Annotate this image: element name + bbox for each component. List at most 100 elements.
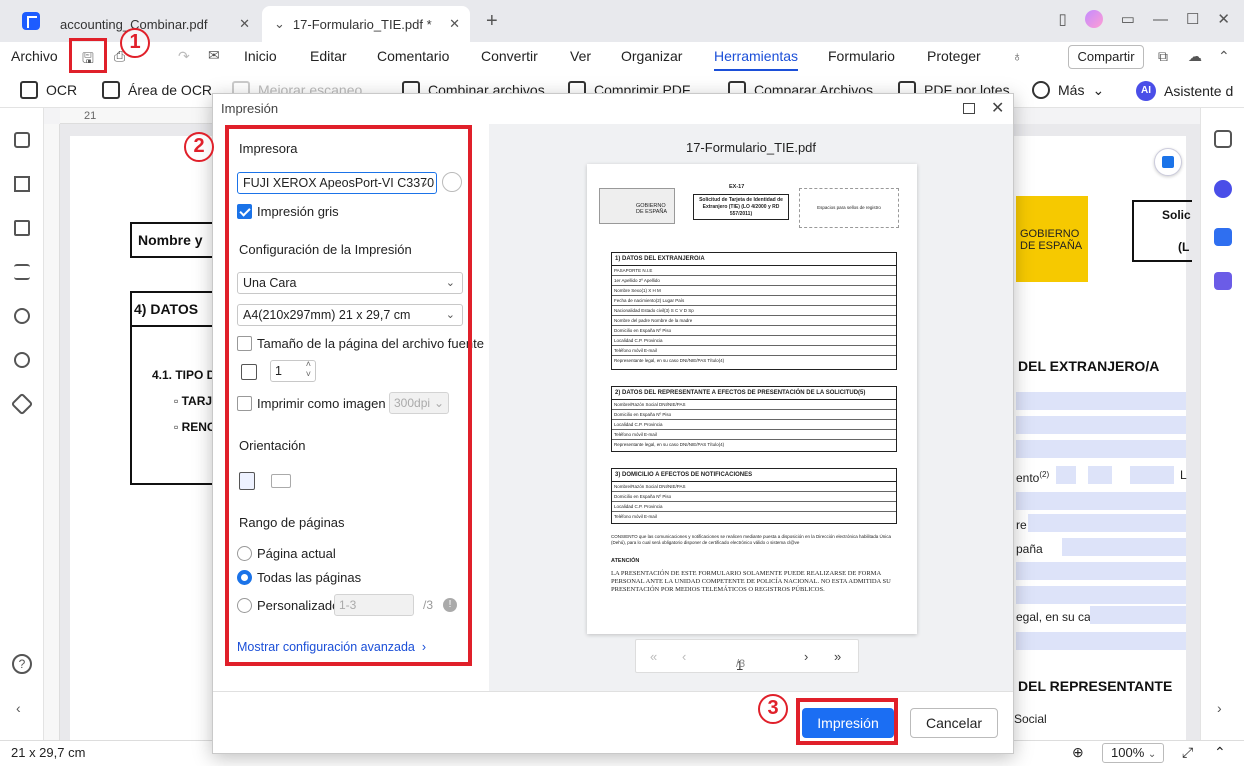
bookmark-icon[interactable] [14,176,30,192]
close-window-icon[interactable]: ✕ [1217,10,1230,28]
maximize-icon[interactable] [963,103,975,114]
ai-icon: AI [1136,81,1156,101]
print-preview-panel: 17-Formulario_TIE.pdf GOBIERNO DE ESPAÑA… [489,124,1013,691]
menu-herramientas[interactable]: Herramientas [714,48,798,64]
layers-list-icon[interactable] [14,264,30,280]
network-icon[interactable]: ⧉ [1158,48,1168,65]
upload-float-icon[interactable] [1154,148,1182,176]
step-badge-2: 2 [184,132,214,162]
preview-sec2-title: 2) DATOS DEL REPRESENTANTE A EFECTOS DE … [611,386,897,400]
collapse-status-icon[interactable]: ⌃ [1214,744,1226,761]
menu-formulario[interactable]: Formulario [828,48,895,64]
birth-day-field[interactable] [1056,466,1076,484]
dialog-title: Impresión [221,101,279,116]
highlight-settings [225,125,472,666]
form-field[interactable] [1016,392,1186,410]
section2-title: DEL REPRESENTANTE [1018,678,1173,694]
new-tab-icon[interactable]: + [486,10,498,33]
cancel-button[interactable]: Cancelar [910,708,998,738]
collapse-left-icon[interactable]: ‹ [16,700,21,716]
phone-icon[interactable]: ▯ [1059,10,1067,28]
name-label: Nombre y [138,232,203,248]
comment-icon[interactable]: ▭ [1121,10,1135,28]
menu-bar: Archivo 🖫 ⎙ ↷ ✉ Inicio Editar Comentario… [0,42,1244,72]
birth-year-field[interactable] [1130,466,1174,484]
help-icon[interactable]: ? [12,654,32,674]
ai-bot-icon[interactable] [1214,180,1232,198]
preview-sec1-body: PASAPORTE N.I.E 1er Apellido 2º Apellido… [611,266,897,370]
minimize-icon[interactable]: — [1153,11,1168,28]
ai-assistant-button[interactable]: AI Asistente d [1136,81,1233,101]
first-page-icon[interactable]: « [650,649,657,664]
more-button[interactable]: Más ⌄ [1032,81,1104,99]
birth-month-field[interactable] [1088,466,1112,484]
properties-icon[interactable] [1214,130,1232,148]
menu-convertir[interactable]: Convertir [481,48,538,64]
menu-ver[interactable]: Ver [570,48,591,64]
maximize-icon[interactable]: ☐ [1186,10,1199,28]
menu-archivo[interactable]: Archivo [11,48,58,64]
preview-gov-logo: GOBIERNO DE ESPAÑA [599,188,675,224]
menu-inicio[interactable]: Inicio [244,48,277,64]
upload-cloud-icon[interactable]: ☁ [1188,48,1202,65]
option-tarjeta[interactable]: ▫ TARJ [174,394,212,408]
left-sidebar: ? ‹ [0,108,44,740]
tab-accounting[interactable]: accounting_Combinar.pdf ✕ [48,6,260,42]
prev-page-icon[interactable]: ‹ [682,649,686,664]
form-field[interactable] [1016,632,1186,650]
page-thumbnail-icon[interactable] [14,132,30,148]
fit-icon[interactable]: ⤢ [1182,744,1193,761]
option-renovacion[interactable]: ▫ RENO [174,420,216,434]
redo-icon[interactable]: ↷ [178,48,190,65]
form-field[interactable] [1016,586,1186,604]
search-icon[interactable] [14,352,30,368]
ocr-area-button[interactable]: Área de OCR [102,81,212,99]
preview-sec3-body: Nombre/Razón Social DNI/NIE/PAS Domicili… [611,482,897,524]
menu-organizar[interactable]: Organizar [621,48,682,64]
preview-sec1-title: 1) DATOS DEL EXTRANJERO/A [611,252,897,266]
last-page-icon[interactable]: » [834,649,841,664]
highlight-print [796,698,898,745]
chevron-down-icon[interactable]: ⌄ [274,16,285,32]
next-page-icon[interactable]: › [804,649,808,664]
window-controls: ▯ ▭ — ☐ ✕ [1059,10,1230,28]
ocr-button[interactable]: OCR [20,81,77,99]
close-tab-icon[interactable]: ✕ [239,16,250,32]
tab-label: 17-Formulario_TIE.pdf * [292,16,432,32]
form-field[interactable] [1028,514,1186,532]
form-field[interactable] [1016,492,1186,510]
expand-icon[interactable]: ⌃ [1218,48,1230,65]
close-tab-icon[interactable]: ✕ [449,16,460,32]
menu-editar[interactable]: Editar [310,48,347,64]
menu-comentario[interactable]: Comentario [377,48,449,64]
share-button[interactable]: Compartir [1068,45,1144,69]
highlight-save [69,38,107,73]
form-field[interactable] [1016,416,1186,434]
check-task-icon[interactable] [1214,272,1232,290]
attachment-icon[interactable] [14,308,30,324]
right-sidebar: › [1200,108,1244,740]
solicitud-title: Solic [1162,208,1191,222]
lightbulb-icon[interactable]: ♁ [1012,48,1023,64]
mail-icon[interactable]: ✉ [208,47,220,64]
zoom-select[interactable]: 100% ⌄ [1102,743,1164,763]
section4-title: 4) DATOS [134,301,199,317]
form-field[interactable] [1016,562,1186,580]
form-field[interactable] [1062,538,1186,556]
zoom-in-icon[interactable]: ⊕ [1072,744,1084,761]
tab-formulario[interactable]: ⌄ 17-Formulario_TIE.pdf * ✕ [262,6,470,42]
translate-icon[interactable] [1214,228,1232,246]
menu-proteger[interactable]: Proteger [927,48,981,64]
comment-icon[interactable] [14,220,30,236]
form-field[interactable] [1090,606,1186,624]
collapse-right-icon[interactable]: › [1217,700,1222,716]
preview-pager: « ‹ 1/3 › » [635,639,859,673]
preview-consent: CONSIENTO que las comunicaciones y notif… [611,534,892,545]
form-field[interactable] [1016,440,1186,458]
avatar[interactable] [1084,10,1103,28]
close-icon[interactable]: ✕ [991,98,1004,118]
more-dots-icon [1032,81,1050,99]
preview-register-box: Espacios para sellos de registro [799,188,899,228]
father-label: re [1016,518,1027,532]
layers-icon[interactable] [10,392,34,416]
